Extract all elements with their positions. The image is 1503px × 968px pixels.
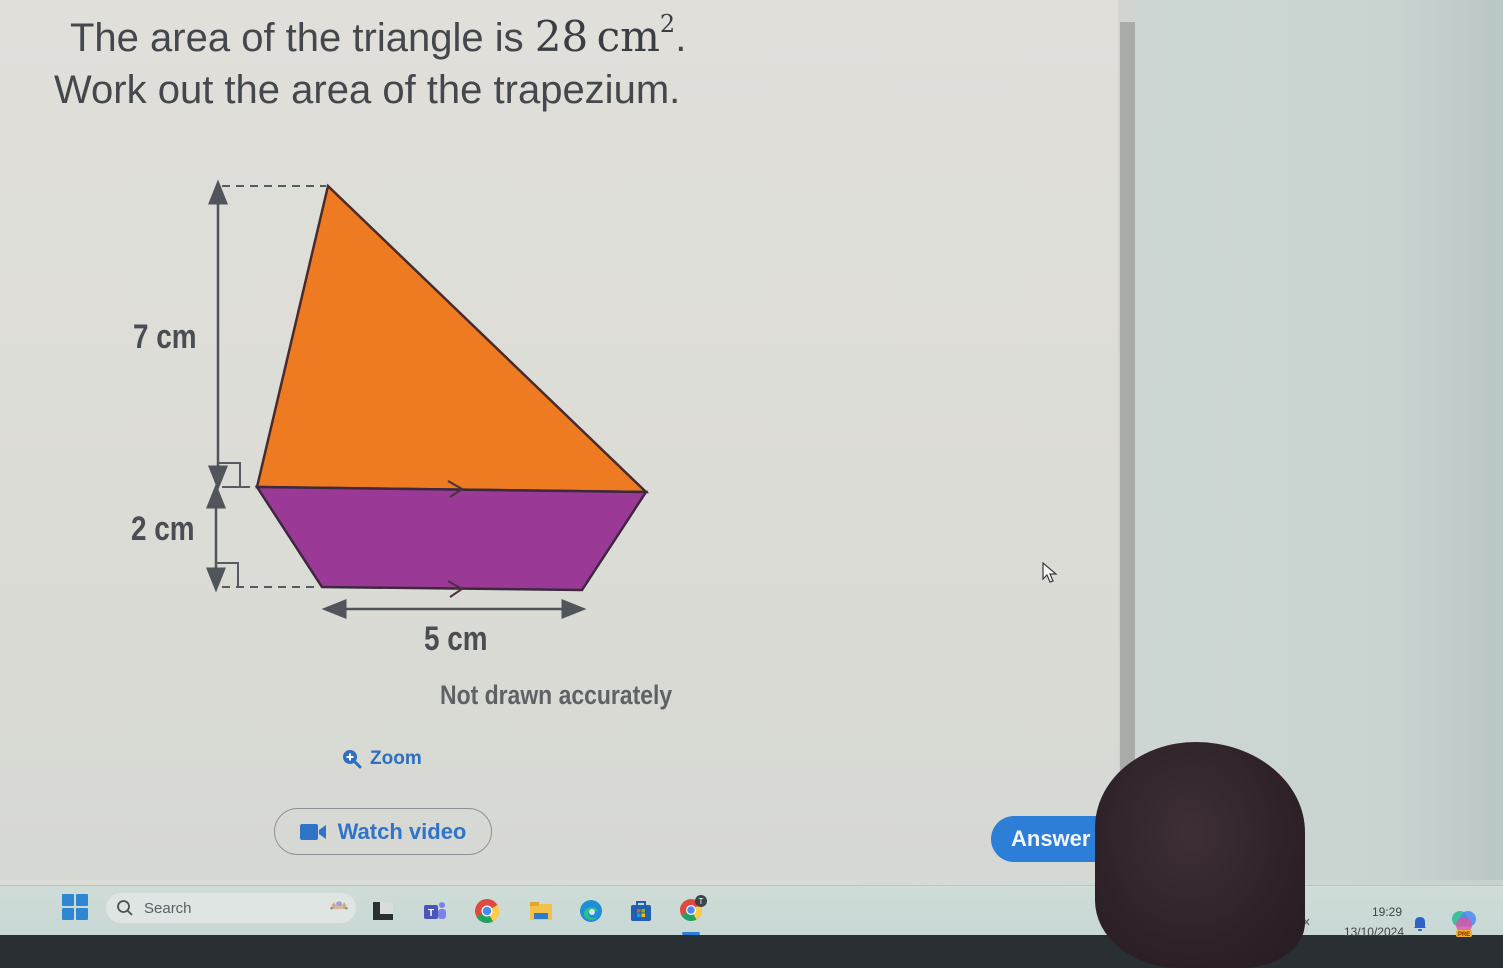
geometry-figure (206, 179, 650, 619)
label-7cm: 7 cm (133, 318, 197, 356)
clock-date[interactable]: 13/10/2024 (1330, 925, 1404, 939)
teams-icon[interactable]: T (422, 898, 448, 924)
triangle-shape (255, 183, 650, 494)
chrome-icon[interactable] (474, 898, 500, 924)
svg-text:T: T (428, 908, 434, 919)
microsoft-store-icon[interactable] (628, 898, 654, 924)
svg-text:PRE: PRE (1458, 932, 1470, 938)
search-highlight-icon (330, 901, 348, 910)
active-app-indicator (682, 932, 700, 935)
answer-label: Answer (1011, 826, 1091, 851)
windows-start-button[interactable] (62, 894, 88, 920)
video-camera-icon (299, 823, 326, 840)
hand-obstruction (1095, 742, 1305, 968)
svg-text:T: T (699, 897, 704, 906)
label-5cm: 5 cm (424, 620, 488, 658)
copilot-icon[interactable]: PRE (1450, 908, 1478, 938)
terminal-icon[interactable] (370, 898, 396, 924)
chrome-profile-icon[interactable]: T (678, 894, 708, 924)
mouse-cursor-icon (1042, 562, 1058, 583)
taskbar-search[interactable]: Search (106, 893, 356, 923)
right-angle-mark-top (218, 462, 241, 486)
label-2cm: 2 cm (131, 510, 195, 548)
not-drawn-accurately-note: Not drawn accurately (440, 680, 673, 710)
watch-video-label: Watch video (337, 818, 467, 844)
notification-bell-icon[interactable] (1412, 914, 1428, 932)
edge-icon[interactable] (578, 898, 604, 924)
file-explorer-icon[interactable] (528, 898, 554, 924)
trapezium-shape (254, 485, 649, 592)
search-placeholder: Search (144, 899, 192, 917)
clock-time[interactable]: 19:29 (1362, 905, 1402, 919)
watch-video-button[interactable]: Watch video (274, 808, 492, 855)
zoom-label: Zoom (370, 748, 422, 769)
search-icon (117, 900, 133, 916)
scrollbar-thumb[interactable] (1120, 22, 1135, 782)
zoom-button[interactable]: Zoom (342, 748, 422, 770)
zoom-in-icon (343, 750, 362, 769)
right-angle-mark-bottom (216, 562, 239, 586)
